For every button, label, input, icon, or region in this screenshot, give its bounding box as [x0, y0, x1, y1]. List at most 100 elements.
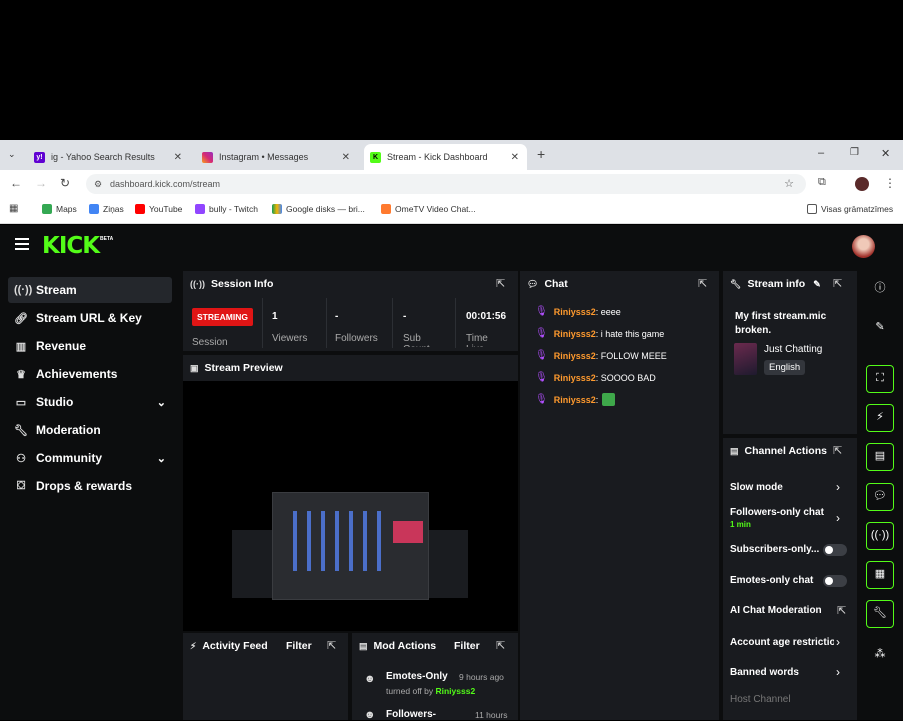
url-bar[interactable]: ⚙ dashboard.kick.com/stream ☆	[86, 174, 806, 194]
sidebar-item-revenue[interactable]: ▥ Revenue	[8, 333, 172, 359]
popout-icon[interactable]: ⇱	[833, 444, 842, 457]
browser-menu-icon[interactable]: ⋮	[884, 176, 896, 190]
popout-icon[interactable]: ⇱	[833, 277, 842, 290]
chevron-right-icon[interactable]: ›	[836, 665, 840, 679]
sidebar-item-community[interactable]: ⚇ Community ⌄	[8, 445, 172, 471]
sidebar-item-stream[interactable]: ((·)) Stream	[8, 277, 172, 303]
edit-pencil-icon[interactable]: ✎	[813, 279, 821, 290]
kick-logo[interactable]: KICK	[42, 233, 100, 259]
bookmark-news[interactable]: Ziņas	[89, 204, 124, 214]
time-live-value: 00:01:56	[466, 311, 507, 322]
forward-icon[interactable]: →	[35, 176, 47, 190]
info-icon[interactable]: ⓘ	[866, 274, 894, 302]
chat-message[interactable]: 🎙︎ Riniysss2: i hate this game	[535, 328, 664, 339]
user-avatar[interactable]	[852, 235, 875, 258]
slow-mode-item[interactable]: Slow mode	[730, 482, 783, 493]
sidebar-item-achievements[interactable]: ♛ Achievements	[8, 361, 172, 387]
chat-bubble-icon: 💬︎	[527, 278, 539, 289]
tab-kick-dashboard[interactable]: K Stream - Kick Dashboard ✕	[364, 144, 527, 170]
followers-only-duration: 1 min	[730, 520, 751, 529]
close-tab-icon[interactable]: ✕	[511, 152, 519, 163]
reload-icon[interactable]: ↻	[60, 176, 70, 190]
popout-icon[interactable]: ⇱	[496, 277, 505, 290]
popout-icon[interactable]: ⇱	[698, 277, 707, 290]
chat-bubble-icon[interactable]: 💬︎	[866, 483, 894, 511]
all-bookmarks[interactable]: Visas grāmatzīmes	[807, 204, 893, 214]
hamburger-menu-icon[interactable]	[15, 238, 29, 250]
tab-instagram[interactable]: Instagram • Messages ✕	[196, 144, 358, 170]
emotes-only-toggle[interactable]	[823, 575, 847, 587]
chevron-down-icon: ⌄	[156, 452, 166, 465]
category-name[interactable]: Just Chatting	[764, 344, 822, 355]
language-badge: English	[764, 360, 806, 375]
mod-action-time: 9 hours ago	[459, 672, 504, 682]
youtube-icon	[135, 204, 145, 214]
beta-badge: BETA	[100, 236, 114, 242]
apps-grid-icon[interactable]: ▦	[9, 203, 18, 214]
kick-favicon-icon: K	[370, 151, 381, 163]
screen-capture-icon[interactable]: ⛶	[866, 365, 894, 393]
sidebar-item-moderation[interactable]: 🔧︎ Moderation	[8, 417, 172, 443]
people-icon: ⚇	[16, 452, 26, 465]
instagram-favicon-icon	[202, 151, 213, 163]
mod-action-time: 11 hours	[475, 710, 508, 720]
news-icon	[89, 204, 99, 214]
popout-icon[interactable]: ⇱	[327, 639, 336, 652]
channel-actions-title: ▤ Channel Actions	[730, 445, 827, 457]
extensions-icon[interactable]: ⧉	[818, 176, 826, 189]
community-icon[interactable]: ⁂	[866, 640, 894, 668]
host-channel-item[interactable]: Host Channel	[730, 694, 791, 705]
sidebar-item-drops-rewards[interactable]: ⛋ Drops & rewards	[8, 473, 172, 499]
bookmark-maps[interactable]: Maps	[42, 204, 77, 214]
emotes-only-item: Emotes-only chat	[730, 575, 814, 586]
chevron-right-icon[interactable]: ›	[836, 635, 840, 649]
profile-avatar[interactable]	[855, 177, 869, 191]
chevron-right-icon[interactable]: ›	[836, 480, 840, 494]
bookmark-star-icon[interactable]: ☆	[784, 174, 794, 194]
banned-words-item[interactable]: Banned words	[730, 667, 799, 678]
activity-filter-button[interactable]: Filter	[286, 640, 312, 652]
site-settings-icon[interactable]: ⚙	[94, 174, 102, 194]
account-age-item[interactable]: Account age restrictio	[730, 637, 834, 648]
mic-icon: 🎙︎	[535, 394, 548, 405]
new-tab-button[interactable]: +	[537, 146, 545, 162]
broadcast-icon[interactable]: ((·))	[866, 522, 894, 550]
close-window-icon[interactable]: ✕	[881, 147, 890, 160]
close-tab-icon[interactable]: ✕	[174, 152, 182, 163]
minimize-icon[interactable]: –	[818, 147, 824, 159]
chat-message[interactable]: 🎙︎ Riniysss2: FOLLOW MEEE	[535, 350, 667, 361]
bookmark-google-drive[interactable]: Google disks — bri...	[272, 204, 365, 214]
popout-icon[interactable]: ⇱	[496, 639, 505, 652]
ai-moderation-item[interactable]: AI Chat Moderation	[730, 605, 822, 616]
sidebar-item-studio[interactable]: ▭ Studio ⌄	[8, 389, 172, 415]
preview-start-menu-capture	[272, 492, 429, 600]
viewers-count: 1	[272, 311, 278, 322]
chat-message[interactable]: 🎙︎ Riniysss2: eeee	[535, 306, 621, 317]
bookmark-youtube[interactable]: YouTube	[135, 204, 182, 214]
emote-face-icon: ☻	[364, 673, 376, 685]
close-tab-icon[interactable]: ✕	[342, 152, 350, 163]
chat-message[interactable]: 🎙︎ Riniysss2: SOOOO BAD	[535, 372, 656, 383]
wrench-icon[interactable]: 🔧︎	[866, 600, 894, 628]
sidebar-item-stream-url-key[interactable]: 🔗︎ Stream URL & Key	[8, 305, 172, 331]
mod-filter-button[interactable]: Filter	[454, 640, 480, 652]
layout-icon[interactable]: ▦	[866, 561, 894, 589]
session-info-title: ((·)) Session Info	[190, 278, 274, 290]
chat-message[interactable]: 🎙︎ Riniysss2:	[535, 393, 616, 406]
tab-yahoo[interactable]: y! ig - Yahoo Search Results ✕	[28, 144, 190, 170]
lightning-icon[interactable]: ⚡︎	[866, 404, 894, 432]
back-icon[interactable]: ←	[10, 176, 22, 190]
bookmark-ometv[interactable]: OmeTV Video Chat...	[381, 204, 476, 214]
subscribers-only-item: Subscribers-only...	[730, 544, 820, 555]
edit-icon[interactable]: ✎	[866, 313, 894, 341]
chevron-right-icon[interactable]: ›	[836, 511, 840, 525]
stream-preview-title: ▣ Stream Preview	[190, 362, 283, 374]
external-link-icon[interactable]: ⇱	[837, 604, 846, 617]
tab-list-chevron-icon[interactable]: ⌄	[8, 149, 16, 160]
document-icon[interactable]: ▤	[866, 443, 894, 471]
bookmark-twitch[interactable]: bully - Twitch	[195, 204, 258, 214]
category-thumbnail[interactable]	[734, 343, 757, 375]
followers-only-item[interactable]: Followers-only chat	[730, 507, 824, 518]
restore-icon[interactable]: ❐	[850, 147, 859, 158]
subscribers-only-toggle[interactable]	[823, 544, 847, 556]
